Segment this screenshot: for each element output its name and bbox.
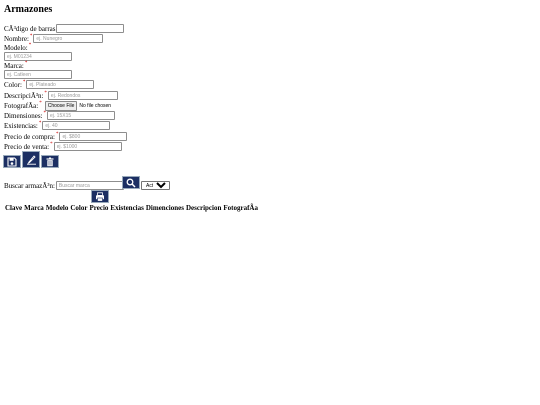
modelo-label: Modelo: <box>4 43 28 52</box>
edit-icon <box>26 155 36 165</box>
color-row: Color: * <box>4 80 95 89</box>
th-clave: Clave <box>5 204 23 212</box>
search-input[interactable] <box>55 181 124 190</box>
barcode-row: CÃ³digo de barras <box>4 24 125 33</box>
modelo-required-mark: * <box>28 43 32 48</box>
delete-icon <box>46 157 54 166</box>
nombre-input[interactable] <box>33 34 104 43</box>
th-descripcion: Descripcion <box>185 204 222 212</box>
fotografia-required-mark: * <box>39 101 42 106</box>
choose-file-button[interactable]: Choose File <box>44 100 78 111</box>
precio-venta-row: Precio de venta: * <box>4 142 122 151</box>
barcode-label: CÃ³digo de barras <box>4 24 56 33</box>
descripcion-required-mark: * <box>44 91 47 96</box>
precio-venta-required-mark: * <box>50 142 53 147</box>
table-header: Clave Marca Modelo Color Precio Existenc… <box>5 204 258 212</box>
descripcion-input[interactable] <box>47 91 118 100</box>
marca-input-row <box>4 70 72 79</box>
precio-compra-row: Precio de compra: * <box>4 132 128 141</box>
print-button[interactable] <box>91 190 109 203</box>
save-icon <box>7 156 17 167</box>
edit-button[interactable] <box>22 151 40 168</box>
descripcion-label: DescripciÃ³n: <box>4 91 44 100</box>
dimensiones-required-mark: * <box>43 111 47 116</box>
th-precio: Precio <box>89 204 109 212</box>
modelo-label-row: Modelo: * <box>4 43 32 52</box>
nombre-label: Nombre: <box>4 34 29 43</box>
th-modelo: Modelo <box>45 204 69 212</box>
file-status-text: No file chosen <box>79 102 112 109</box>
color-label: Color: <box>4 80 22 89</box>
search-button[interactable] <box>122 176 140 189</box>
existencias-row: Existencias: * <box>4 121 111 130</box>
fotografia-label: FotografÃ­a: <box>4 101 39 110</box>
modelo-input-row <box>4 52 72 61</box>
page-title: Armazones <box>4 4 53 15</box>
search-row: Buscar armazÃ³n: <box>4 181 124 190</box>
nombre-required-mark: * <box>29 34 33 39</box>
print-icon <box>96 191 104 202</box>
nombre-row: Nombre: * <box>4 34 104 43</box>
precio-compra-label: Precio de compra: <box>4 132 55 141</box>
barcode-input[interactable] <box>56 24 125 33</box>
precio-compra-required-mark: * <box>55 132 59 137</box>
th-marca: Marca <box>24 204 44 212</box>
dimensiones-label: Dimensiones: <box>4 111 43 120</box>
status-select[interactable]: Activo Inactivo <box>141 181 170 190</box>
th-dimenciones: Dimenciones <box>145 204 184 212</box>
color-input[interactable] <box>26 80 95 89</box>
precio-venta-label: Precio de venta: <box>4 142 50 151</box>
marca-label-row: Marca: * <box>4 61 28 70</box>
existencias-required-mark: * <box>38 121 42 126</box>
marca-input[interactable] <box>4 70 72 79</box>
marca-required-mark: * <box>24 61 28 66</box>
descripcion-row: DescripciÃ³n: * <box>4 91 118 100</box>
precio-compra-input[interactable] <box>59 132 128 141</box>
th-fotografia: FotografÃ­a <box>223 204 258 212</box>
modelo-input[interactable] <box>4 52 72 61</box>
th-color: Color <box>70 204 88 212</box>
existencias-input[interactable] <box>42 121 111 130</box>
fotografia-row: FotografÃ­a: * Choose File No file chose… <box>4 100 112 111</box>
color-required-mark: * <box>22 80 26 85</box>
marca-label: Marca: <box>4 61 24 70</box>
th-existencias: Existencias <box>110 204 144 212</box>
search-icon <box>126 178 136 188</box>
dimensiones-row: Dimensiones: * <box>4 111 115 120</box>
precio-venta-input[interactable] <box>53 142 122 151</box>
existencias-label: Existencias: <box>4 121 38 130</box>
delete-button[interactable] <box>41 155 59 168</box>
dimensiones-input[interactable] <box>47 111 115 120</box>
search-label: Buscar armazÃ³n: <box>4 181 55 190</box>
save-button[interactable] <box>3 155 21 168</box>
